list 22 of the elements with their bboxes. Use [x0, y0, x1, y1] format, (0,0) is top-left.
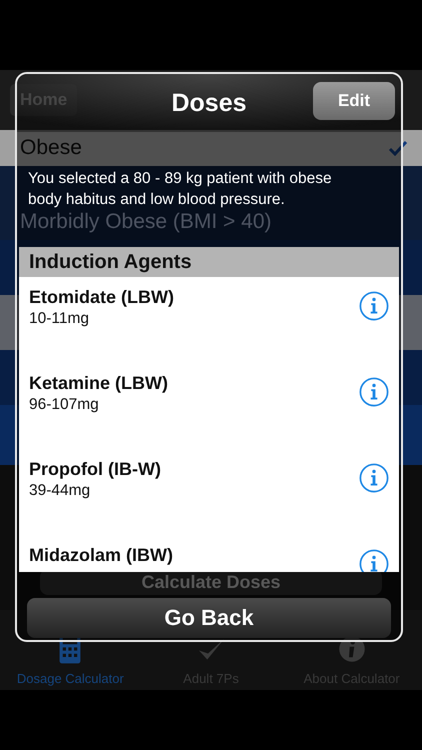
- agent-dose: 96-107mg: [29, 396, 100, 414]
- agent-row[interactable]: Propofol (IB-W) 39-44mg: [19, 449, 399, 535]
- dialog-title: Doses: [171, 88, 247, 118]
- row-label: Morbidly Obese (BMI > 40): [20, 210, 272, 234]
- edit-button[interactable]: Edit: [313, 82, 395, 120]
- message-text: You selected a 80 - 89 kg patient with obese body habitus and low blood pressure.: [28, 169, 333, 210]
- agent-row[interactable]: Midazolam (IBW): [19, 535, 399, 572]
- agent-row[interactable]: Ketamine (LBW) 96-107mg: [19, 363, 399, 449]
- info-icon[interactable]: [359, 463, 389, 493]
- agent-name: Propofol (IB-W): [29, 459, 161, 480]
- section-header: Induction Agents: [19, 247, 399, 277]
- row-label: Obese: [20, 136, 82, 160]
- info-icon[interactable]: [359, 291, 389, 321]
- info-icon[interactable]: [359, 377, 389, 407]
- agent-name: Midazolam (IBW): [29, 545, 173, 566]
- agent-name: Ketamine (LBW): [29, 373, 168, 394]
- info-icon[interactable]: [359, 549, 389, 572]
- agent-dose: 10-11mg: [29, 310, 90, 328]
- go-back-button[interactable]: Go Back: [27, 598, 391, 638]
- agent-dose: 39-44mg: [29, 482, 92, 500]
- agent-row[interactable]: Etomidate (LBW) 10-11mg: [19, 277, 399, 363]
- agent-name: Etomidate (LBW): [29, 287, 174, 308]
